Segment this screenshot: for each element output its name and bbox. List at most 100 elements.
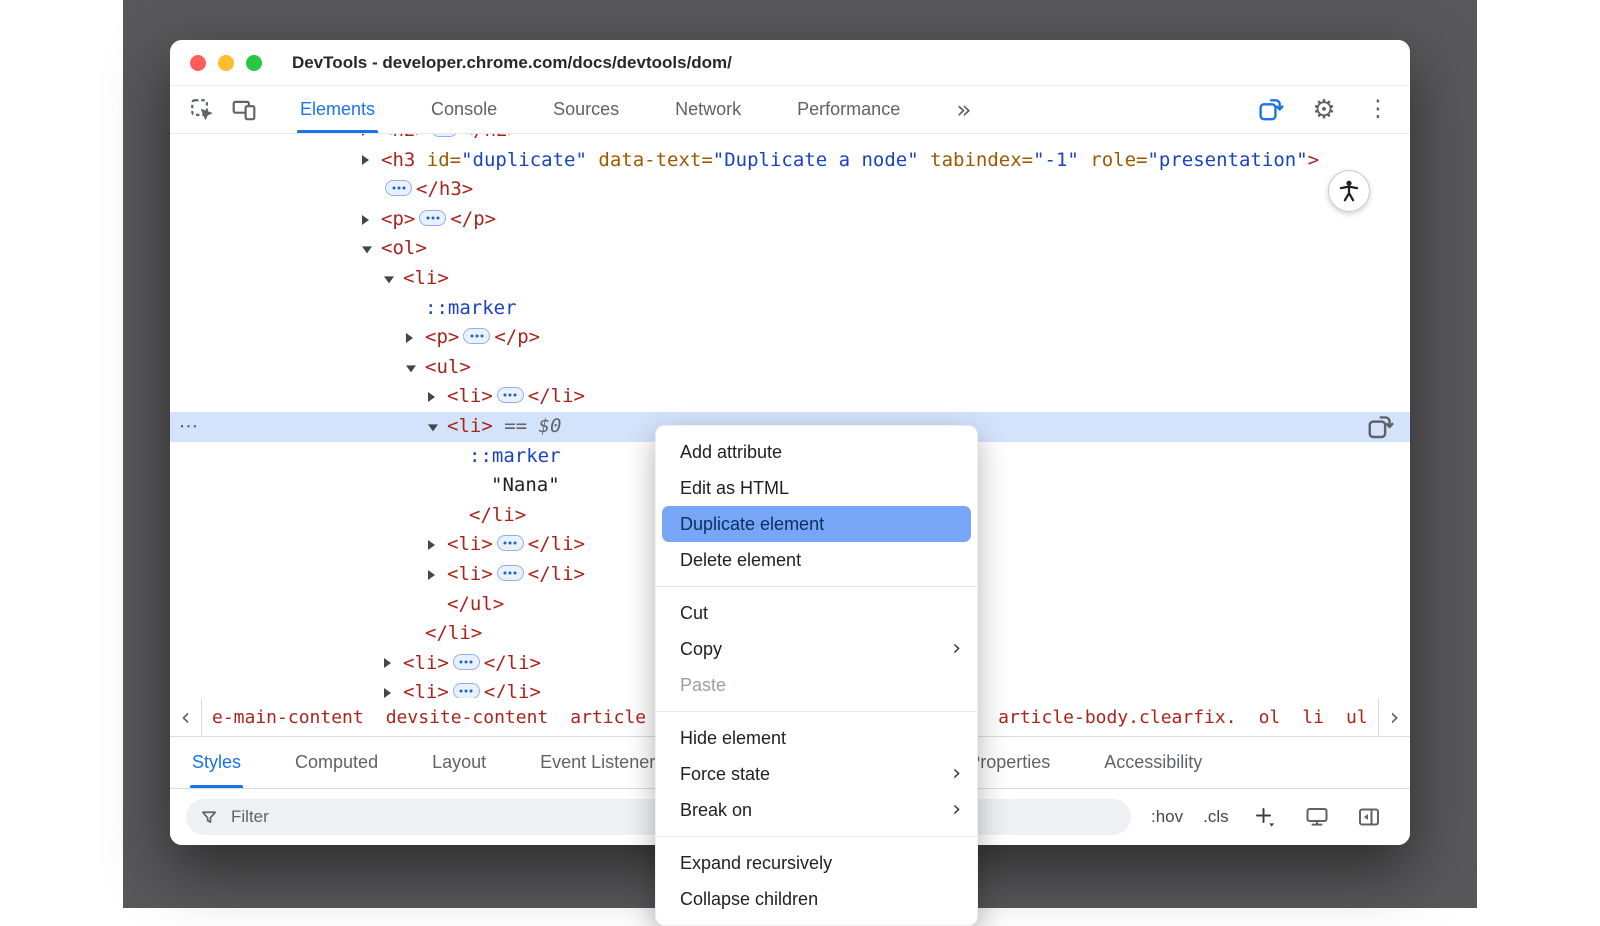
tab-performance[interactable]: Performance bbox=[797, 86, 900, 133]
disclosure-arrow-icon[interactable] bbox=[384, 688, 391, 698]
capture-node-badge-icon[interactable] bbox=[1366, 413, 1394, 441]
inline-expand-icon[interactable] bbox=[497, 535, 524, 551]
menu-item-hide-element[interactable]: Hide element bbox=[662, 720, 971, 756]
dom-row[interactable]: <p></p> bbox=[170, 205, 1410, 235]
inspect-icon[interactable] bbox=[186, 94, 218, 126]
code-token: </ul> bbox=[447, 593, 504, 615]
more-tabs-icon[interactable]: » bbox=[956, 95, 971, 124]
code-token: </p> bbox=[494, 326, 540, 348]
menu-item-add-attribute[interactable]: Add attribute bbox=[662, 434, 971, 470]
disclosure-arrow-icon[interactable] bbox=[428, 392, 435, 402]
code-token: </h2> bbox=[462, 134, 519, 141]
code-token: </h3> bbox=[416, 178, 473, 200]
code-token: "-1" bbox=[1033, 149, 1079, 171]
breadcrumb-scroll-left-icon[interactable]: ‹ bbox=[170, 698, 202, 736]
dom-row[interactable]: <h3 id="duplicate" data-text="Duplicate … bbox=[170, 146, 1410, 176]
menu-item-expand-recursively[interactable]: Expand recursively bbox=[662, 845, 971, 881]
inline-expand-icon[interactable] bbox=[463, 328, 490, 344]
close-window-button[interactable] bbox=[190, 55, 206, 71]
menu-item-label: Add attribute bbox=[680, 442, 782, 463]
sidebar-tab-layout[interactable]: Layout bbox=[432, 737, 486, 788]
code-token: <p> bbox=[381, 208, 415, 230]
disclosure-arrow-icon[interactable] bbox=[362, 155, 369, 165]
dom-row[interactable]: <p></p> bbox=[170, 323, 1410, 353]
code-token: > bbox=[1308, 149, 1319, 171]
code-token: </li> bbox=[425, 622, 482, 644]
new-style-rule-icon[interactable] bbox=[1249, 801, 1281, 833]
inline-expand-icon[interactable] bbox=[419, 210, 446, 226]
inline-expand-icon[interactable] bbox=[431, 134, 458, 137]
disclosure-arrow-icon[interactable] bbox=[384, 276, 394, 283]
disclosure-arrow-icon[interactable] bbox=[406, 365, 416, 372]
menu-item-duplicate-element[interactable]: Duplicate element bbox=[662, 506, 971, 542]
dom-row[interactable]: ::marker bbox=[170, 294, 1410, 324]
code-token: == $0 bbox=[493, 415, 562, 437]
tab-console[interactable]: Console bbox=[431, 86, 497, 133]
breadcrumb-item-article-body-clearfix[interactable]: article-body.clearfix. bbox=[996, 704, 1238, 731]
dom-row[interactable]: <li> bbox=[170, 264, 1410, 294]
toggle-class-button[interactable]: .cls bbox=[1203, 807, 1229, 827]
sidebar-tab-styles[interactable]: Styles bbox=[192, 737, 241, 788]
sidebar-tab-computed[interactable]: Computed bbox=[295, 737, 378, 788]
capture-element-icon[interactable] bbox=[1254, 94, 1286, 126]
code-token: <ol> bbox=[381, 237, 427, 259]
disclosure-arrow-icon[interactable] bbox=[362, 215, 369, 225]
menu-item-edit-as-html[interactable]: Edit as HTML bbox=[662, 470, 971, 506]
device-toolbar-icon[interactable] bbox=[228, 94, 260, 126]
accessibility-overlay-button[interactable] bbox=[1328, 170, 1370, 212]
zoom-window-button[interactable] bbox=[246, 55, 262, 71]
disclosure-arrow-icon[interactable] bbox=[428, 570, 435, 580]
breadcrumb-item-li[interactable]: li bbox=[1300, 704, 1326, 731]
breadcrumb-item-devsite-content[interactable]: devsite-content bbox=[384, 704, 551, 731]
minimize-window-button[interactable] bbox=[218, 55, 234, 71]
dom-row[interactable]: </h3> bbox=[170, 175, 1410, 205]
menu-item-cut[interactable]: Cut bbox=[662, 595, 971, 631]
more-options-icon[interactable]: ⋮ bbox=[1362, 94, 1394, 126]
dom-row[interactable]: <ul> bbox=[170, 353, 1410, 383]
row-actions-icon[interactable]: ⋯ bbox=[179, 412, 198, 442]
sidebar-tab-event-listeners[interactable]: Event Listeners bbox=[540, 737, 664, 788]
tab-sources[interactable]: Sources bbox=[553, 86, 619, 133]
breadcrumb-item-ol[interactable]: ol bbox=[1257, 704, 1283, 731]
filter-funnel-icon bbox=[200, 808, 219, 827]
dom-row[interactable]: <ol> bbox=[170, 234, 1410, 264]
breadcrumb-item-ul[interactable]: ul bbox=[1344, 704, 1370, 731]
disclosure-arrow-icon[interactable] bbox=[384, 658, 391, 668]
menu-item-force-state[interactable]: Force state› bbox=[662, 756, 971, 792]
menu-item-delete-element[interactable]: Delete element bbox=[662, 542, 971, 578]
disclosure-arrow-icon[interactable] bbox=[428, 540, 435, 550]
disclosure-arrow-icon[interactable] bbox=[428, 424, 438, 431]
inline-expand-icon[interactable] bbox=[453, 654, 480, 670]
sidebar-tab-properties[interactable]: Properties bbox=[968, 737, 1050, 788]
menu-item-label: Break on bbox=[680, 800, 752, 821]
inline-expand-icon[interactable] bbox=[453, 683, 480, 698]
disclosure-arrow-icon[interactable] bbox=[406, 333, 413, 343]
inline-expand-icon[interactable] bbox=[497, 565, 524, 581]
tab-network[interactable]: Network bbox=[675, 86, 741, 133]
inline-expand-icon[interactable] bbox=[385, 180, 412, 196]
toggle-sidebar-icon[interactable] bbox=[1353, 801, 1385, 833]
menu-item-collapse-children[interactable]: Collapse children bbox=[662, 881, 971, 917]
breadcrumb-item-e-main-content[interactable]: e-main-content bbox=[210, 704, 366, 731]
dom-row[interactable]: <h2></h2> bbox=[170, 134, 1410, 146]
code-token: </li> bbox=[528, 385, 585, 407]
settings-gear-icon[interactable]: ⚙ bbox=[1308, 94, 1340, 126]
menu-item-break-on[interactable]: Break on› bbox=[662, 792, 971, 828]
code-token: </li> bbox=[484, 652, 541, 674]
tab-elements[interactable]: Elements bbox=[300, 86, 375, 133]
rendering-emulations-icon[interactable] bbox=[1301, 801, 1333, 833]
sidebar-tab-accessibility[interactable]: Accessibility bbox=[1104, 737, 1202, 788]
code-token: </li> bbox=[469, 504, 526, 526]
dom-row[interactable]: <li></li> bbox=[170, 382, 1410, 412]
inline-expand-icon[interactable] bbox=[497, 387, 524, 403]
toggle-hover-state-button[interactable]: :hov bbox=[1151, 807, 1183, 827]
disclosure-arrow-icon[interactable] bbox=[362, 134, 369, 136]
disclosure-arrow-icon[interactable] bbox=[362, 247, 372, 254]
context-menu: Add attribute Edit as HTMLDuplicate eleme… bbox=[655, 425, 978, 926]
menu-item-paste[interactable]: Paste bbox=[662, 667, 971, 703]
breadcrumb-item-article[interactable]: article bbox=[568, 704, 648, 731]
breadcrumb-scroll-right-icon[interactable]: › bbox=[1378, 698, 1410, 736]
menu-item-copy[interactable]: Copy› bbox=[662, 631, 971, 667]
code-token: </li> bbox=[528, 563, 585, 585]
menu-divider bbox=[656, 711, 977, 712]
